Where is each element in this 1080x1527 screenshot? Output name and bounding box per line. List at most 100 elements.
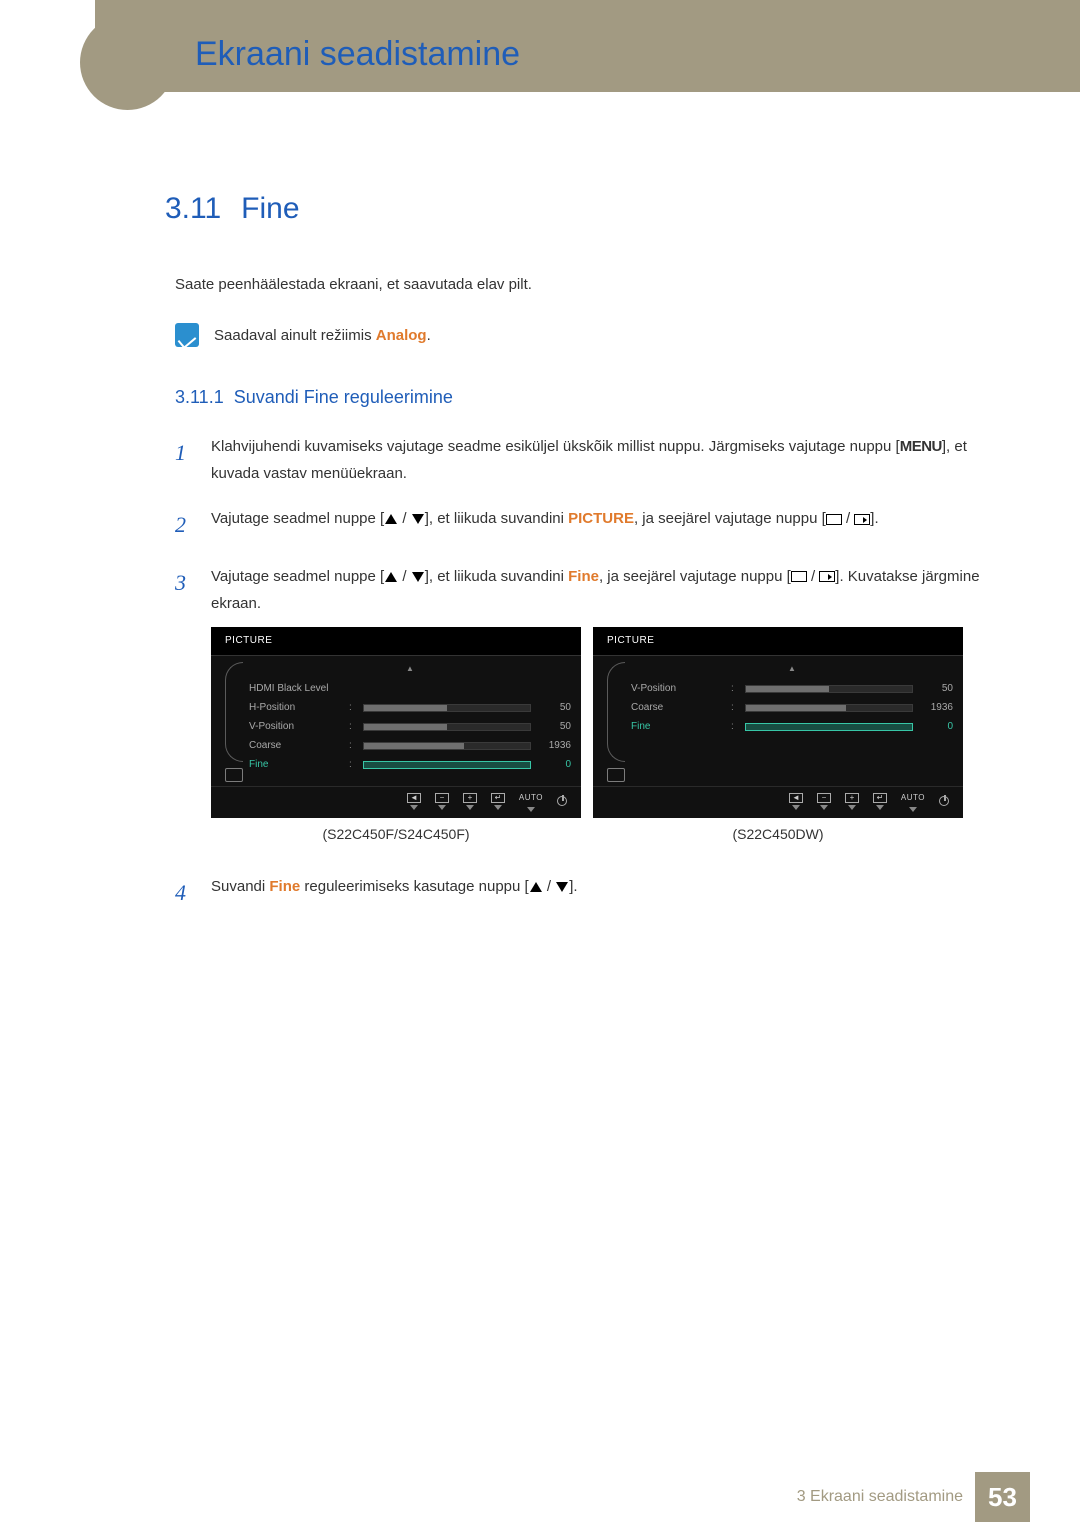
osd-right: PICTURE ▲ V-Position:50Coarse:1936Fine:0: [593, 627, 963, 818]
note-check-icon: [175, 323, 199, 347]
osd-item-value: 50: [539, 699, 571, 717]
osd-item-value: 50: [539, 718, 571, 736]
step-body: Vajutage seadmel nuppe [ / ], et liikuda…: [211, 563, 1010, 856]
step-number: 2: [175, 505, 193, 545]
osd-slider-bar: [745, 685, 913, 693]
step-2: 2 Vajutage seadmel nuppe [ / ], et liiku…: [175, 505, 1010, 545]
step2-text-c: ].: [870, 510, 878, 527]
step-1: 1 Klahvijuhendi kuvamiseks vajutage sead…: [175, 433, 1010, 487]
osd-item-label: V-Position: [631, 680, 723, 698]
step3-text-a: Vajutage seadmel nuppe [: [211, 568, 384, 585]
osd-colon: :: [349, 756, 355, 774]
footer: 3 Ekraani seadistamine 53: [95, 1467, 1080, 1527]
osd-curve-icon: [607, 662, 625, 762]
step4-text-a: Suvandi: [211, 878, 269, 895]
section-number: 3.11: [165, 192, 221, 226]
step1-text-a: Klahvijuhendi kuvamiseks vajutage seadme…: [211, 438, 900, 455]
osd-ctrl-plus: +: [463, 793, 477, 810]
menu-label: MENU: [900, 438, 942, 455]
step-body: Vajutage seadmel nuppe [ / ], et liikuda…: [211, 505, 1010, 532]
content-area: 3.11 Fine Saate peenhäälestada ekraani, …: [95, 92, 1080, 1467]
osd-ctrl-power: [557, 796, 567, 806]
osd-colon: :: [349, 737, 355, 755]
step-3: 3 Vajutage seadmel nuppe [ / ], et liiku…: [175, 563, 1010, 856]
note-text: Saadaval ainult režiimis Analog.: [214, 327, 431, 344]
osd-ctrl-enter: ↵: [491, 793, 505, 810]
osd-slider-bar: [363, 742, 531, 750]
step-number: 3: [175, 563, 193, 603]
triangle-down-icon: [412, 514, 424, 524]
step2-text-a: Vajutage seadmel nuppe [: [211, 510, 384, 527]
osd-item: H-Position:50: [249, 699, 571, 718]
osd-curve-icon: [225, 662, 243, 762]
step3-highlight: Fine: [568, 568, 599, 585]
osd-item-label: Fine: [249, 756, 341, 774]
osd-title: PICTURE: [211, 627, 581, 656]
step-number: 1: [175, 433, 193, 473]
osd-side-icon: [225, 768, 243, 782]
osd-ctrl-auto: AUTO: [901, 791, 925, 812]
osd-item-label: Coarse: [249, 737, 341, 755]
osd-ctrl-enter: ↵: [873, 793, 887, 810]
osd-ctrl-minus: −: [435, 793, 449, 810]
osd-item-label: Fine: [631, 718, 723, 736]
triangle-down-icon: [412, 572, 424, 582]
osd-title: PICTURE: [593, 627, 963, 656]
osd-slider-bar: [363, 761, 531, 769]
osd-item: Coarse: 1936: [249, 737, 571, 756]
note-highlight: Analog: [376, 327, 427, 344]
osd-item-label: Coarse: [631, 699, 723, 717]
osd-slider-bar: [745, 704, 913, 712]
enter-icon: [819, 571, 835, 582]
osd-ctrl-auto: AUTO: [519, 791, 543, 812]
osd-slider-bar: [363, 704, 531, 712]
step3-mid: ], et liikuda suvandini: [425, 568, 568, 585]
step2-text-b: , ja seejärel vajutage nuppu [: [634, 510, 826, 527]
osd-colon: :: [349, 699, 355, 717]
osd-scroll-up-icon: ▲: [249, 662, 571, 676]
step4-highlight: Fine: [269, 878, 300, 895]
triangle-down-icon: [556, 882, 568, 892]
source-icon: [791, 571, 807, 582]
subsection-number: 3.11.1: [175, 387, 224, 407]
osd-item-value: 0: [539, 756, 571, 774]
osd-colon: :: [731, 699, 737, 717]
osd-left: PICTURE ▲ HDMI Black LevelH-Position:50V…: [211, 627, 581, 818]
osd-sidebar: [219, 662, 249, 782]
osd-colon: :: [731, 718, 737, 736]
osd-item-value: 50: [921, 680, 953, 698]
note-row: Saadaval ainult režiimis Analog.: [165, 323, 1010, 347]
triangle-up-icon: [530, 882, 542, 892]
triangle-up-icon: [385, 572, 397, 582]
step-body: Klahvijuhendi kuvamiseks vajutage seadme…: [211, 433, 1010, 487]
step-body: Suvandi Fine reguleerimiseks kasutage nu…: [211, 873, 1010, 900]
osd-controls: ◄ − + ↵ AUTO: [211, 786, 581, 814]
osd-item-label: HDMI Black Level: [249, 680, 341, 698]
osd-item: V-Position:50: [249, 718, 571, 737]
osd-ctrl-plus: +: [845, 793, 859, 810]
intro-text: Saate peenhäälestada ekraani, et saavuta…: [165, 276, 1010, 293]
osd-controls: ◄ − + ↵ AUTO: [593, 786, 963, 814]
note-suffix: .: [427, 327, 431, 344]
osd-left-caption: (S22C450F/S24C450F): [211, 822, 581, 847]
osd-colon: :: [349, 718, 355, 736]
step-number: 4: [175, 873, 193, 913]
section-title: Fine: [241, 192, 299, 226]
step4-text-c: ].: [569, 878, 577, 895]
osd-ctrl-minus: −: [817, 793, 831, 810]
osd-slider-bar: [745, 723, 913, 731]
osd-item-value: 1936: [539, 737, 571, 755]
osd-right-caption: (S22C450DW): [593, 822, 963, 847]
osd-item: HDMI Black Level: [249, 680, 571, 699]
osd-item: Fine: 0: [249, 756, 571, 775]
osd-item-value: 1936: [921, 699, 953, 717]
osd-slider-bar: [363, 723, 531, 731]
osd-ctrl-back: ◄: [407, 793, 421, 810]
subsection-header: 3.11.1 Suvandi Fine reguleerimine: [165, 387, 1010, 408]
osd-item: Coarse: 1936: [631, 699, 953, 718]
osd-item-value: 0: [921, 718, 953, 736]
osd-ctrl-back: ◄: [789, 793, 803, 810]
osd-item: V-Position:50: [631, 680, 953, 699]
step2-mid: ], et liikuda suvandini: [425, 510, 568, 527]
footer-label: 3 Ekraani seadistamine: [797, 1488, 975, 1506]
